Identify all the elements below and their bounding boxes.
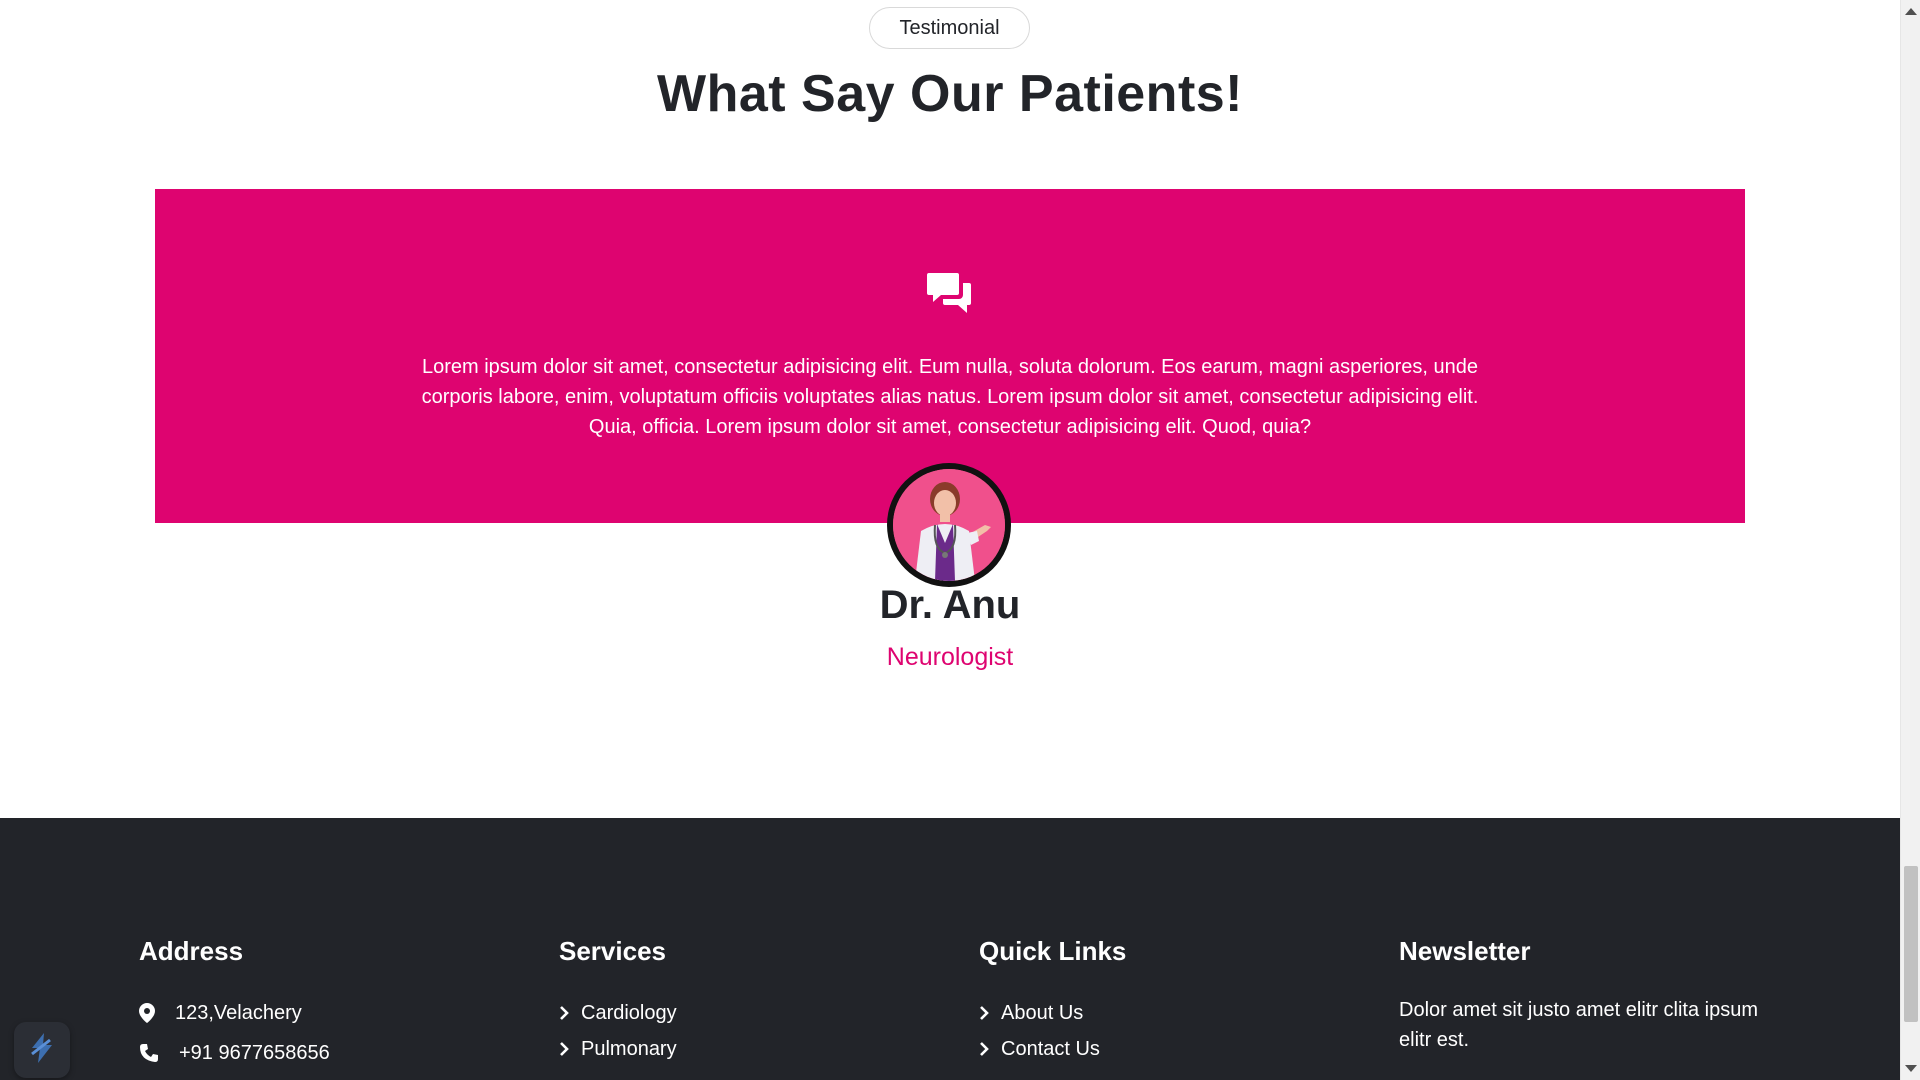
doctor-photo — [893, 469, 1005, 581]
footer-services: Services Cardiology Pulmonary — [559, 936, 677, 1067]
footer-heading-quick-links: Quick Links — [979, 936, 1127, 966]
testimonial-text: Lorem ipsum dolor sit amet, consectetur … — [421, 356, 1479, 438]
quick-link-label: Contact Us — [1001, 1037, 1100, 1060]
service-label: Pulmonary — [581, 1037, 677, 1060]
footer-address: Address 123,Velachery +91 9677658656 — [139, 936, 330, 1071]
service-label: Cardiology — [581, 1001, 677, 1024]
scroll-up-arrow-icon[interactable] — [1905, 8, 1917, 15]
footer-newsletter: Newsletter Dolor amet sit justo amet eli… — [1399, 936, 1779, 1055]
footer-quick-links: Quick Links About Us Contact Us — [979, 936, 1126, 1067]
quick-link-about-us[interactable]: About Us — [979, 995, 1126, 1031]
phone-text: +91 9677658656 — [179, 1041, 330, 1064]
service-link-cardiology[interactable]: Cardiology — [559, 995, 677, 1031]
lightning-logo-icon — [28, 1032, 56, 1069]
newsletter-text: Dolor amet sit justo amet elitr clita ip… — [1399, 999, 1759, 1051]
footer-heading-newsletter: Newsletter — [1399, 936, 1531, 966]
page-scrollbar[interactable] — [1900, 0, 1920, 1080]
chevron-right-icon — [979, 1006, 995, 1020]
quick-link-label: About Us — [1001, 1001, 1084, 1024]
page: Testimonial What Say Our Patients! Lorem… — [0, 0, 1920, 1080]
footer-heading-services: Services — [559, 936, 666, 966]
service-link-pulmonary[interactable]: Pulmonary — [559, 1031, 677, 1067]
phone-item: +91 9677658656 — [139, 1035, 330, 1071]
address-item: 123,Velachery — [139, 995, 330, 1031]
chat-bubbles-icon — [927, 271, 973, 315]
scroll-down-arrow-icon[interactable] — [1905, 1065, 1917, 1072]
chevron-right-icon — [559, 1042, 575, 1056]
chevron-right-icon — [979, 1042, 995, 1056]
address-text: 123,Velachery — [175, 1001, 302, 1024]
footer: Address 123,Velachery +91 9677658656 Ser… — [0, 818, 1900, 1080]
footer-heading-address: Address — [139, 936, 244, 966]
person-role: Neurologist — [886, 643, 1014, 671]
floating-widget-button[interactable] — [14, 1022, 70, 1078]
chevron-right-icon — [559, 1006, 575, 1020]
phone-icon — [139, 1043, 161, 1063]
scroll-thumb[interactable] — [1904, 866, 1918, 1022]
map-pin-icon — [139, 1003, 161, 1023]
person-name: Dr. Anu — [879, 583, 1021, 627]
section-tag: Testimonial — [869, 7, 1030, 49]
section-title: What Say Our Patients! — [657, 65, 1243, 123]
quick-link-contact-us[interactable]: Contact Us — [979, 1031, 1126, 1067]
avatar — [887, 463, 1011, 587]
